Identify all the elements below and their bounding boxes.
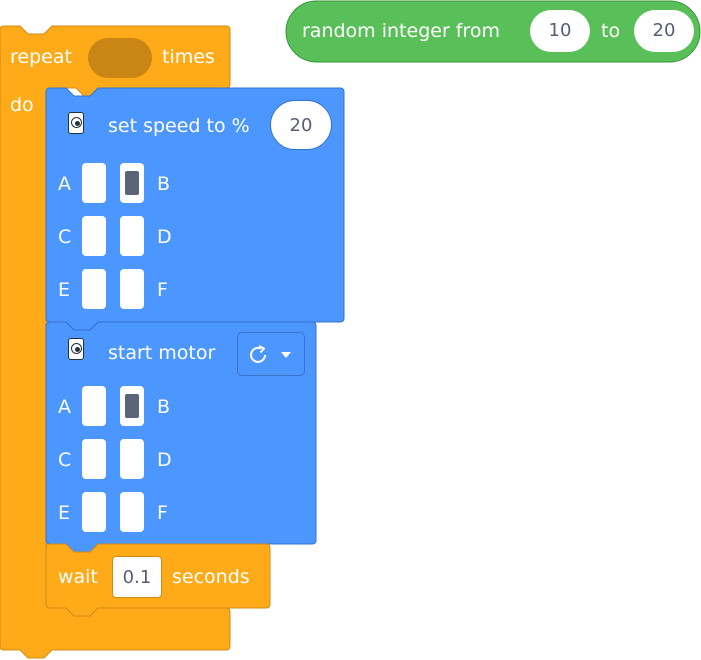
port-e-toggle[interactable] (82, 492, 106, 532)
set-speed-label: set speed to % (108, 115, 250, 137)
repeat-label: repeat (10, 46, 72, 68)
clockwise-arrow-icon (250, 345, 266, 363)
port-label-d: D (157, 449, 172, 471)
port-label-c: C (58, 449, 72, 471)
port-label-a: A (58, 173, 71, 195)
port-label-f: F (157, 502, 168, 524)
do-label: do (10, 94, 34, 116)
port-label-e: E (58, 502, 71, 524)
wait-label: wait (58, 566, 98, 588)
speed-input[interactable]: 20 (270, 100, 332, 150)
seconds-label: seconds (172, 566, 250, 588)
port-b-toggle[interactable] (120, 163, 144, 203)
times-label: times (162, 46, 215, 68)
repeat-count-slot[interactable] (88, 38, 152, 78)
port-c-toggle[interactable] (82, 216, 106, 256)
port-e-toggle[interactable] (82, 269, 106, 309)
port-label-d: D (157, 226, 172, 248)
port-f-toggle[interactable] (120, 269, 144, 309)
port-label-e: E (58, 279, 71, 301)
port-a-toggle[interactable] (82, 386, 106, 426)
port-label-c: C (58, 226, 72, 248)
port-label-b: B (157, 173, 171, 195)
random-to-label: to (601, 20, 621, 42)
wait-duration-input[interactable]: 0.1 (112, 556, 162, 598)
port-d-toggle[interactable] (120, 216, 144, 256)
port-c-toggle[interactable] (82, 439, 106, 479)
caret-down-icon (281, 352, 291, 358)
port-a-toggle[interactable] (82, 163, 106, 203)
port-f-toggle[interactable] (120, 492, 144, 532)
port-d-toggle[interactable] (120, 439, 144, 479)
random-integer-label: random integer from (302, 20, 501, 42)
hub-icon (68, 338, 84, 360)
port-b-toggle[interactable] (120, 386, 144, 426)
port-label-a: A (58, 396, 71, 418)
port-label-f: F (157, 279, 168, 301)
hub-icon (68, 112, 84, 134)
random-min-input[interactable]: 10 (530, 10, 590, 52)
direction-dropdown[interactable] (237, 332, 305, 376)
port-label-b: B (157, 396, 171, 418)
start-motor-label: start motor (108, 342, 216, 364)
random-max-input[interactable]: 20 (634, 10, 694, 52)
